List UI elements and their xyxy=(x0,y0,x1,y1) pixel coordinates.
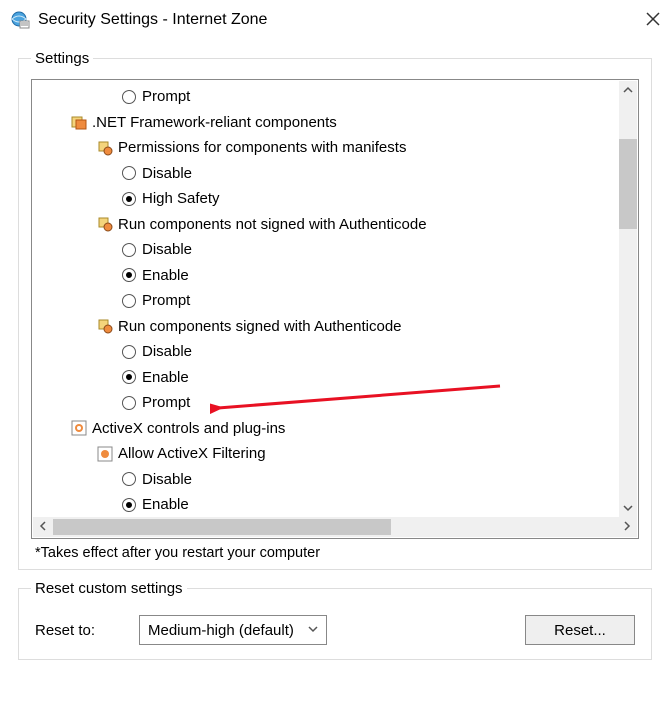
activex-category-icon xyxy=(70,419,88,437)
radio-icon xyxy=(122,472,136,486)
titlebar: Security Settings - Internet Zone xyxy=(0,0,670,40)
radio-icon xyxy=(122,498,136,512)
window-title: Security Settings - Internet Zone xyxy=(38,11,630,29)
reset-legend: Reset custom settings xyxy=(31,580,187,597)
radio-icon xyxy=(122,166,136,180)
radio-option[interactable]: High Safety xyxy=(32,186,638,212)
scroll-thumb[interactable] xyxy=(53,519,391,535)
scroll-down-icon[interactable] xyxy=(619,499,637,517)
restart-note: *Takes effect after you restart your com… xyxy=(31,539,639,561)
scroll-right-icon[interactable] xyxy=(617,520,637,534)
activex-setting-icon xyxy=(96,445,114,463)
settings-legend: Settings xyxy=(31,50,93,67)
option-label: Enable xyxy=(142,263,189,289)
radio-option[interactable]: Enable xyxy=(32,263,638,289)
scroll-track[interactable] xyxy=(53,517,617,537)
internet-options-icon xyxy=(10,10,30,30)
radio-option[interactable]: Disable xyxy=(32,237,638,263)
radio-option[interactable]: Disable xyxy=(32,161,638,187)
option-label: Enable xyxy=(142,492,189,518)
reset-button[interactable]: Reset... xyxy=(525,615,635,645)
option-label: Disable xyxy=(142,237,192,263)
setting-perm-manifests[interactable]: Permissions for components with manifest… xyxy=(32,135,638,161)
radio-icon xyxy=(122,192,136,206)
category-label: .NET Framework-reliant components xyxy=(92,110,337,136)
option-label: Prompt xyxy=(142,288,190,314)
radio-option[interactable]: Enable xyxy=(32,492,638,518)
radio-icon xyxy=(122,370,136,384)
setting-label: Run components not signed with Authentic… xyxy=(118,212,427,238)
radio-option[interactable]: Prompt xyxy=(32,288,638,314)
settings-group: Settings Prompt .NET Framework-reliant c… xyxy=(18,50,652,570)
setting-allow-filtering[interactable]: Allow ActiveX Filtering xyxy=(32,441,638,467)
option-label: Prompt xyxy=(142,390,190,416)
component-setting-icon xyxy=(96,317,114,335)
setting-label: Allow ActiveX Filtering xyxy=(118,441,266,467)
category-activex[interactable]: ActiveX controls and plug-ins xyxy=(32,416,638,442)
scroll-up-icon[interactable] xyxy=(619,81,637,99)
option-label: Disable xyxy=(142,161,192,187)
vertical-scrollbar[interactable] xyxy=(619,81,637,517)
setting-run-unsigned[interactable]: Run components not signed with Authentic… xyxy=(32,212,638,238)
option-label: Disable xyxy=(142,467,192,493)
radio-icon xyxy=(122,396,136,410)
reset-to-label: Reset to: xyxy=(35,622,125,639)
radio-option[interactable]: Prompt xyxy=(32,390,638,416)
radio-icon xyxy=(122,243,136,257)
scroll-thumb[interactable] xyxy=(619,139,637,229)
radio-icon xyxy=(122,294,136,308)
option-label: Disable xyxy=(142,339,192,365)
component-setting-icon xyxy=(96,215,114,233)
category-netfx[interactable]: .NET Framework-reliant components xyxy=(32,110,638,136)
radio-option[interactable]: Disable xyxy=(32,467,638,493)
option-label: High Safety xyxy=(142,186,220,212)
chevron-down-icon xyxy=(308,624,318,637)
radio-icon xyxy=(122,345,136,359)
setting-run-signed[interactable]: Run components signed with Authenticode xyxy=(32,314,638,340)
reset-level-select[interactable]: Medium-high (default) xyxy=(139,615,327,645)
category-label: ActiveX controls and plug-ins xyxy=(92,416,285,442)
select-value: Medium-high (default) xyxy=(148,622,294,639)
component-setting-icon xyxy=(96,139,114,157)
radio-option[interactable]: Disable xyxy=(32,339,638,365)
component-category-icon xyxy=(70,113,88,131)
scroll-left-icon[interactable] xyxy=(33,520,53,534)
scroll-track[interactable] xyxy=(619,99,637,499)
button-label: Reset... xyxy=(554,622,606,639)
radio-option[interactable]: Enable xyxy=(32,365,638,391)
radio-option[interactable]: Prompt xyxy=(32,84,638,110)
horizontal-scrollbar[interactable] xyxy=(33,517,637,537)
option-label: Prompt xyxy=(142,84,190,110)
close-button[interactable] xyxy=(630,10,660,31)
radio-icon xyxy=(122,268,136,282)
settings-tree[interactable]: Prompt .NET Framework-reliant components xyxy=(31,79,639,539)
reset-group: Reset custom settings Reset to: Medium-h… xyxy=(18,580,652,660)
setting-label: Permissions for components with manifest… xyxy=(118,135,406,161)
option-label: Enable xyxy=(142,365,189,391)
radio-icon xyxy=(122,90,136,104)
setting-label: Run components signed with Authenticode xyxy=(118,314,402,340)
